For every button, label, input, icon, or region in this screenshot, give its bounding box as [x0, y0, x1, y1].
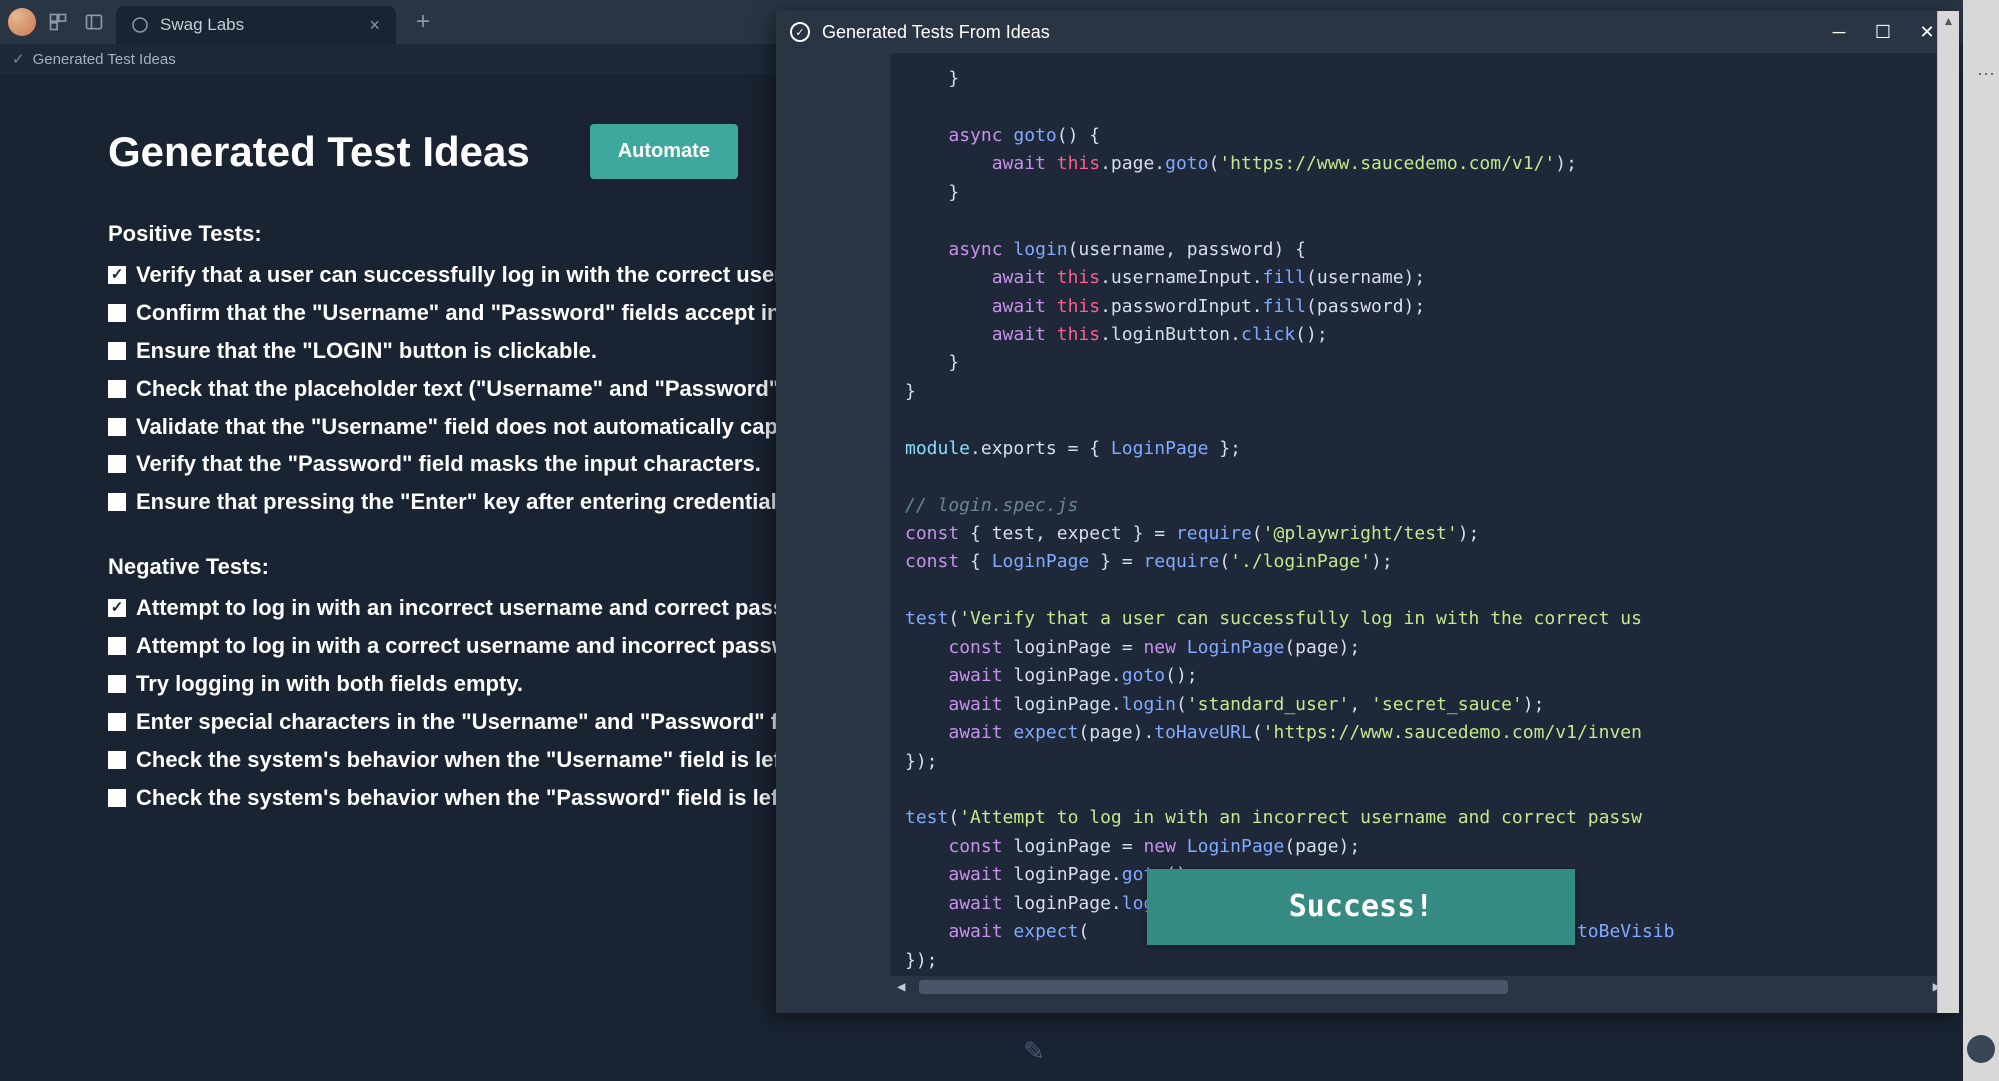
scroll-thumb[interactable] — [919, 980, 1508, 994]
test-checkbox[interactable] — [108, 304, 126, 322]
automate-button[interactable]: Automate — [590, 124, 738, 179]
panel-titlebar: ✓ Generated Tests From Ideas ─ ☐ ✕ — [776, 11, 1959, 53]
edit-icon[interactable]: ✎ — [1010, 1027, 1058, 1075]
right-edge-bar: ⋯ — [1963, 0, 1999, 1081]
scroll-track[interactable] — [911, 980, 1926, 994]
test-checkbox[interactable] — [108, 599, 126, 617]
horizontal-scrollbar[interactable]: ◀ ▶ — [891, 976, 1947, 998]
test-checkbox[interactable] — [108, 455, 126, 473]
tab-favicon-icon — [132, 17, 148, 33]
panel-icon[interactable] — [80, 8, 108, 36]
test-checkbox[interactable] — [108, 789, 126, 807]
close-icon[interactable]: × — [369, 15, 380, 36]
test-checkbox[interactable] — [108, 675, 126, 693]
test-label: Attempt to log in with an incorrect user… — [136, 592, 844, 624]
test-checkbox[interactable] — [108, 493, 126, 511]
profile-avatar[interactable] — [8, 8, 36, 36]
test-label: Ensure that the "LOGIN" button is clicka… — [136, 335, 597, 367]
test-checkbox[interactable] — [108, 342, 126, 360]
window-controls: ─ ☐ ✕ — [1827, 22, 1939, 43]
workspace-icon[interactable] — [44, 8, 72, 36]
add-tab-button[interactable]: + — [404, 8, 442, 36]
test-checkbox[interactable] — [108, 637, 126, 655]
test-checkbox[interactable] — [108, 380, 126, 398]
page-title: Generated Test Ideas — [108, 128, 530, 176]
test-label: Confirm that the "Username" and "Passwor… — [136, 297, 821, 329]
check-icon: ✓ — [12, 50, 25, 68]
test-checkbox[interactable] — [108, 418, 126, 436]
tab-title: Swag Labs — [160, 15, 357, 35]
url-bar-text: Generated Test Ideas — [33, 51, 176, 68]
minimize-button[interactable]: ─ — [1827, 22, 1851, 43]
more-icon[interactable]: ⋯ — [1977, 64, 1995, 85]
generated-tests-panel: ✓ Generated Tests From Ideas ─ ☐ ✕ } asy… — [776, 11, 1959, 1013]
test-label: Check the system's behavior when the "Pa… — [136, 782, 857, 814]
scroll-up-icon[interactable]: ▲ — [1938, 11, 1959, 31]
browser-tab[interactable]: Swag Labs × — [116, 6, 396, 44]
test-checkbox[interactable] — [108, 751, 126, 769]
panel-title: Generated Tests From Ideas — [822, 22, 1815, 43]
test-label: Try logging in with both fields empty. — [136, 668, 523, 700]
test-checkbox[interactable] — [108, 266, 126, 284]
check-circle-icon: ✓ — [790, 22, 810, 42]
code-editor[interactable]: } async goto() { await this.page.goto('h… — [891, 53, 1947, 998]
vertical-scrollbar[interactable]: ▲ — [1937, 11, 1959, 1013]
maximize-button[interactable]: ☐ — [1871, 22, 1895, 43]
test-label: Attempt to log in with a correct usernam… — [136, 630, 830, 662]
close-window-button[interactable]: ✕ — [1915, 22, 1939, 43]
assistant-fab[interactable] — [1967, 1035, 1995, 1063]
scroll-left-icon[interactable]: ◀ — [891, 976, 911, 998]
test-checkbox[interactable] — [108, 713, 126, 731]
test-label: Verify that the "Password" field masks t… — [136, 448, 761, 480]
success-toast: Success! — [1147, 869, 1575, 945]
